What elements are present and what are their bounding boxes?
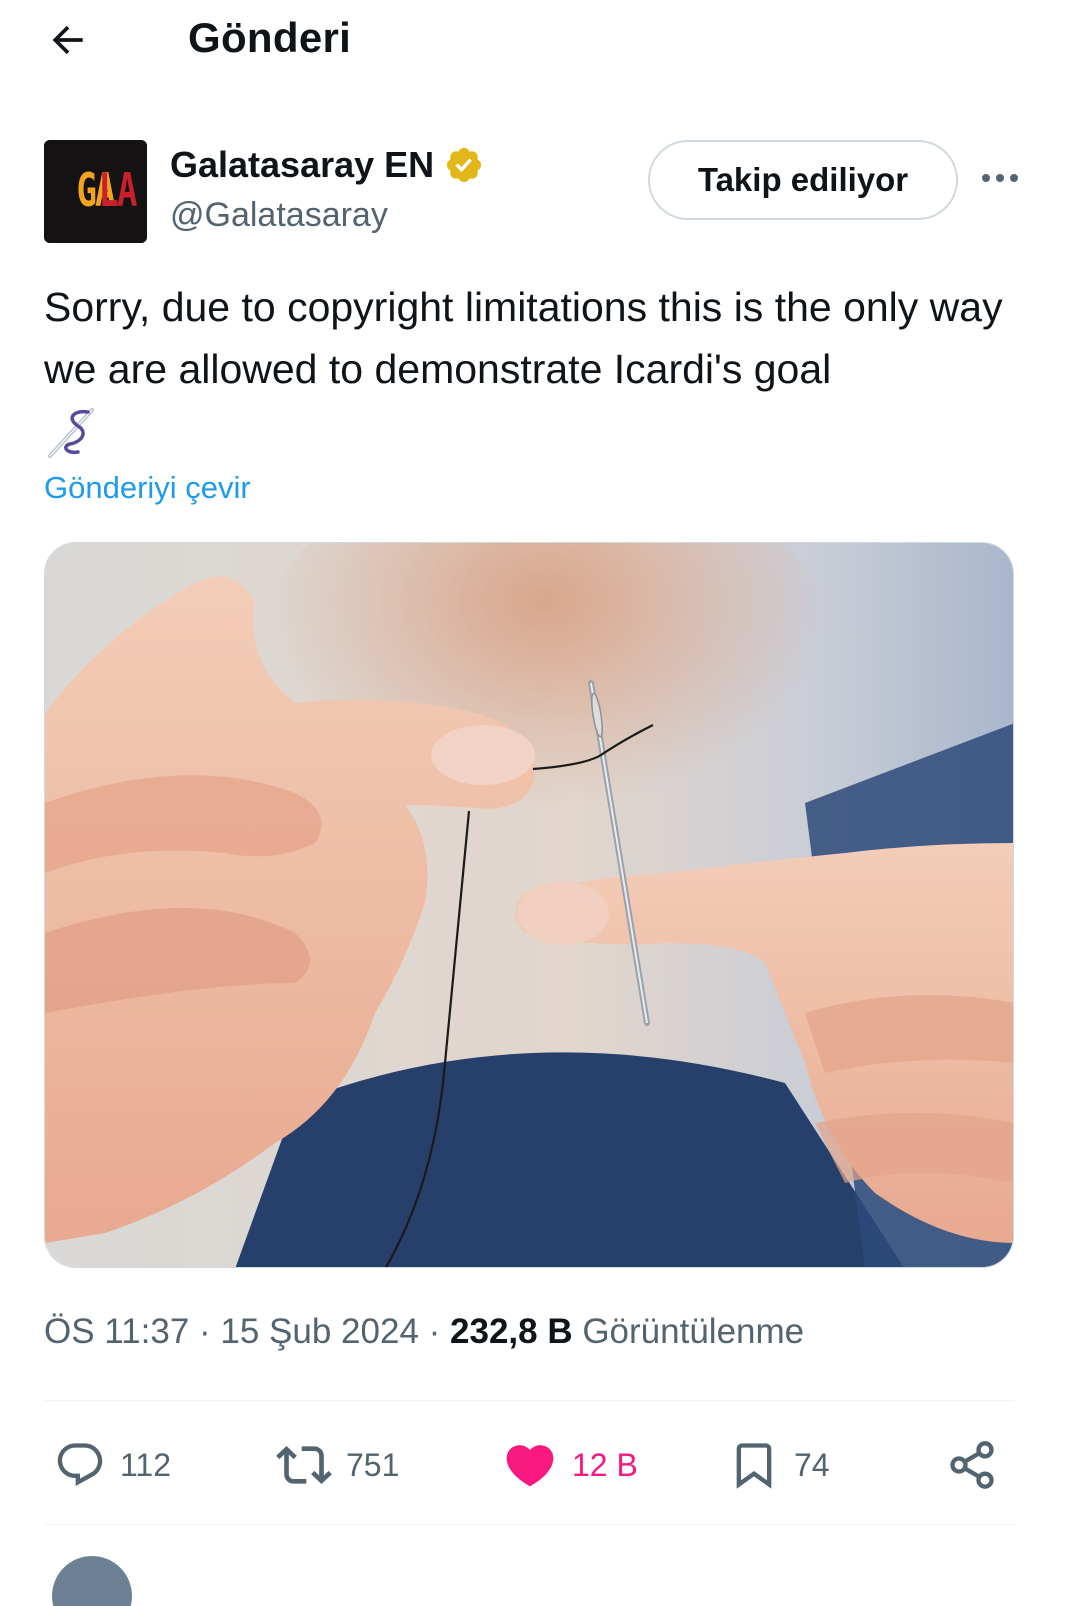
svg-text:LA: LA	[99, 164, 138, 217]
views-count: 232,8 B	[450, 1312, 573, 1351]
divider	[44, 1524, 1014, 1525]
tweet-time[interactable]: ÖS 11:37	[44, 1312, 189, 1351]
needle-thread-icon	[48, 408, 94, 458]
next-reply-partial[interactable]	[0, 1526, 1080, 1606]
avatar[interactable]: GA LA	[44, 140, 147, 243]
meta-separator: ·	[418, 1312, 451, 1351]
galatasaray-logo: GA LA	[44, 140, 147, 243]
translate-post-link[interactable]: Gönderiyi çevir	[44, 470, 251, 506]
bookmark-icon	[736, 1443, 772, 1489]
top-bar: Gönderi	[0, 0, 1080, 80]
reply-count: 112	[120, 1446, 172, 1483]
action-bar: 112 751 12 B 74	[44, 1420, 1014, 1510]
needle-threading-photo	[45, 543, 1013, 1267]
name-row: Galatasaray EN	[170, 144, 484, 186]
tweet-text: Sorry, due to copyright limitations this…	[44, 284, 1003, 392]
page-title: Gönderi	[188, 14, 352, 61]
tweet-meta: ÖS 11:37 · 15 Şub 2024 · 232,8 B Görüntü…	[44, 1312, 804, 1352]
more-horizontal-icon	[982, 174, 1018, 182]
display-name[interactable]: Galatasaray EN	[170, 144, 434, 186]
meta-separator: ·	[189, 1312, 221, 1351]
retweet-count: 751	[346, 1446, 400, 1483]
reply-icon	[57, 1443, 103, 1487]
arrow-left-icon	[52, 25, 83, 55]
reply-button[interactable]: 112	[54, 1420, 171, 1510]
like-count: 12 B	[572, 1446, 638, 1483]
heart-filled-icon	[506, 1445, 554, 1487]
like-button[interactable]: 12 B	[502, 1420, 638, 1510]
author-row: GA LA Galatasaray EN @Galatasaray Takip …	[44, 140, 1044, 244]
back-button[interactable]	[40, 16, 96, 64]
tweet-media-image[interactable]	[44, 542, 1014, 1268]
more-options-button[interactable]	[972, 158, 1028, 198]
following-button[interactable]: Takip ediliyor	[648, 140, 958, 220]
verified-badge-icon	[447, 147, 482, 183]
divider	[44, 1400, 1014, 1401]
bookmark-count: 74	[794, 1446, 830, 1483]
share-button[interactable]	[946, 1420, 998, 1510]
avatar[interactable]	[52, 1556, 132, 1606]
tweet-date[interactable]: 15 Şub 2024	[220, 1312, 419, 1351]
retweet-icon	[276, 1446, 332, 1484]
handle[interactable]: @Galatasaray	[170, 196, 388, 235]
retweet-button[interactable]: 751	[276, 1420, 399, 1510]
share-icon	[950, 1441, 994, 1489]
views-label: Görüntülenme	[572, 1312, 805, 1351]
bookmark-button[interactable]: 74	[728, 1420, 830, 1510]
